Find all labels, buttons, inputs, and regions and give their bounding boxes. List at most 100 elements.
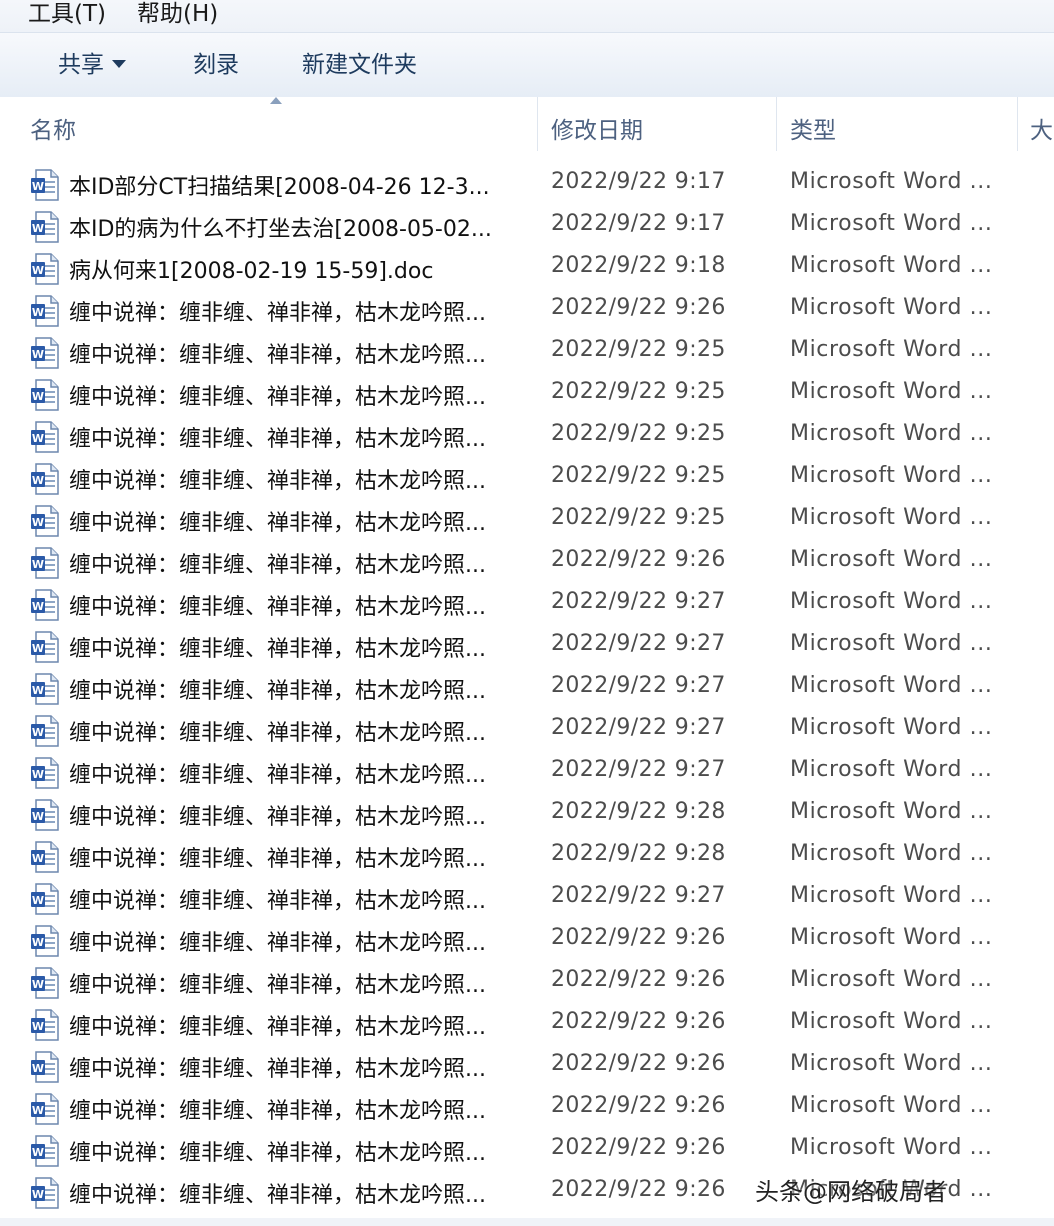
file-row[interactable]: W 本ID的病为什么不打坐去治[2008-05-02... 2022/9/22 9:…: [0, 206, 1054, 248]
file-row[interactable]: W 缠中说禅：缠非缠、禅非禅，枯木龙吟照... 2022/9/22 9:25 Micr…: [0, 458, 1054, 500]
file-name: 缠中说禅：缠非缠、禅非禅，枯木龙吟照...: [69, 889, 486, 914]
new-folder-button[interactable]: 新建文件夹: [302, 50, 417, 80]
file-row[interactable]: W 缠中说禅：缠非缠、禅非禅，枯木龙吟照... 2022/9/22 9:26 Micr…: [0, 1088, 1054, 1130]
file-name: 缠中说禅：缠非缠、禅非禅，枯木龙吟照...: [69, 1057, 486, 1082]
svg-text:W: W: [32, 894, 44, 907]
file-type: Microsoft Word ...: [790, 1051, 993, 1076]
file-row[interactable]: W 缠中说禅：缠非缠、禅非禅，枯木龙吟照... 2022/9/22 9:25 Micr…: [0, 374, 1054, 416]
file-modified-date: 2022/9/22 9:25: [551, 379, 726, 404]
svg-text:W: W: [32, 852, 44, 865]
chevron-down-icon: [112, 59, 126, 68]
file-row[interactable]: W 病从何来1[2008-02-19 15-59].doc 2022/9/22 9:…: [0, 248, 1054, 290]
file-modified-date: 2022/9/22 9:26: [551, 967, 726, 992]
word-document-icon: W: [30, 547, 60, 579]
file-name: 本ID的病为什么不打坐去治[2008-05-02...: [69, 217, 492, 242]
file-modified-date: 2022/9/22 9:26: [551, 925, 726, 950]
menu-bar: 工具(T) 帮助(H): [0, 0, 1054, 32]
bottom-edge: [0, 1218, 1054, 1226]
svg-text:W: W: [32, 348, 44, 361]
file-type: Microsoft Word ...: [790, 1135, 993, 1160]
svg-text:W: W: [32, 264, 44, 277]
word-document-icon: W: [30, 1093, 60, 1125]
word-document-icon: W: [30, 169, 60, 201]
svg-text:W: W: [32, 222, 44, 235]
file-row[interactable]: W 缠中说禅：缠非缠、禅非禅，枯木龙吟照... 2022/9/22 9:26 Micr…: [0, 1130, 1054, 1172]
file-type: Microsoft Word ...: [790, 547, 993, 572]
file-name: 缠中说禅：缠非缠、禅非禅，枯木龙吟照...: [69, 721, 486, 746]
file-modified-date: 2022/9/22 9:28: [551, 841, 726, 866]
svg-text:W: W: [32, 474, 44, 487]
file-name: 缠中说禅：缠非缠、禅非禅，枯木龙吟照...: [69, 385, 486, 410]
svg-text:W: W: [32, 432, 44, 445]
file-modified-date: 2022/9/22 9:26: [551, 295, 726, 320]
file-row[interactable]: W 缠中说禅：缠非缠、禅非禅，枯木龙吟照... 2022/9/22 9:28 Micr…: [0, 836, 1054, 878]
file-row[interactable]: W 缠中说禅：缠非缠、禅非禅，枯木龙吟照... 2022/9/22 9:26 Micr…: [0, 1004, 1054, 1046]
svg-text:W: W: [32, 390, 44, 403]
svg-text:W: W: [32, 684, 44, 697]
svg-text:W: W: [32, 810, 44, 823]
file-type: Microsoft Word ...: [790, 211, 993, 236]
file-name: 缠中说禅：缠非缠、禅非禅，枯木龙吟照...: [69, 469, 486, 494]
file-row[interactable]: W 缠中说禅：缠非缠、禅非禅，枯木龙吟照... 2022/9/22 9:26 Micr…: [0, 920, 1054, 962]
file-name: 缠中说禅：缠非缠、禅非禅，枯木龙吟照...: [69, 301, 486, 326]
file-modified-date: 2022/9/22 9:27: [551, 673, 726, 698]
file-name: 缠中说禅：缠非缠、禅非禅，枯木龙吟照...: [69, 427, 486, 452]
svg-text:W: W: [32, 1020, 44, 1033]
word-document-icon: W: [30, 715, 60, 747]
file-row[interactable]: W 缠中说禅：缠非缠、禅非禅，枯木龙吟照... 2022/9/22 9:27 Micr…: [0, 626, 1054, 668]
word-document-icon: W: [30, 673, 60, 705]
menu-tools[interactable]: 工具(T): [28, 0, 106, 28]
file-row[interactable]: W 缠中说禅：缠非缠、禅非禅，枯木龙吟照... 2022/9/22 9:25 Micr…: [0, 416, 1054, 458]
file-row[interactable]: W 缠中说禅：缠非缠、禅非禅，枯木龙吟照... 2022/9/22 9:25 Micr…: [0, 332, 1054, 374]
file-row[interactable]: W 缠中说禅：缠非缠、禅非禅，枯木龙吟照... 2022/9/22 9:27 Micr…: [0, 584, 1054, 626]
file-name: 病从何来1[2008-02-19 15-59].doc: [69, 259, 434, 284]
svg-text:W: W: [32, 600, 44, 613]
file-row[interactable]: W 缠中说禅：缠非缠、禅非禅，枯木龙吟照... 2022/9/22 9:26 Micr…: [0, 542, 1054, 584]
column-name[interactable]: 名称: [30, 111, 76, 145]
share-button[interactable]: 共享: [58, 50, 126, 80]
file-type: Microsoft Word ...: [790, 295, 993, 320]
file-modified-date: 2022/9/22 9:26: [551, 1093, 726, 1118]
column-modified[interactable]: 修改日期: [551, 111, 643, 145]
file-modified-date: 2022/9/22 9:28: [551, 799, 726, 824]
word-document-icon: W: [30, 421, 60, 453]
column-divider[interactable]: [1017, 97, 1018, 151]
column-size[interactable]: 大: [1030, 111, 1053, 145]
svg-text:W: W: [32, 1146, 44, 1159]
file-name: 缠中说禅：缠非缠、禅非禅，枯木龙吟照...: [69, 973, 486, 998]
file-modified-date: 2022/9/22 9:26: [551, 547, 726, 572]
file-row[interactable]: W 缠中说禅：缠非缠、禅非禅，枯木龙吟照... 2022/9/22 9:27 Micr…: [0, 752, 1054, 794]
column-type[interactable]: 类型: [790, 111, 836, 145]
file-type: Microsoft Word ...: [790, 1093, 993, 1118]
file-name: 本ID部分CT扫描结果[2008-04-26 12-3...: [69, 175, 490, 200]
word-document-icon: W: [30, 463, 60, 495]
file-row[interactable]: W 缠中说禅：缠非缠、禅非禅，枯木龙吟照... 2022/9/22 9:26 Micr…: [0, 1046, 1054, 1088]
column-divider[interactable]: [776, 97, 777, 151]
word-document-icon: W: [30, 379, 60, 411]
word-document-icon: W: [30, 505, 60, 537]
file-row[interactable]: W 缠中说禅：缠非缠、禅非禅，枯木龙吟照... 2022/9/22 9:27 Micr…: [0, 710, 1054, 752]
word-document-icon: W: [30, 337, 60, 369]
file-modified-date: 2022/9/22 9:27: [551, 631, 726, 656]
burn-button[interactable]: 刻录: [193, 50, 239, 80]
file-type: Microsoft Word ...: [790, 421, 993, 446]
file-row[interactable]: W 缠中说禅：缠非缠、禅非禅，枯木龙吟照... 2022/9/22 9:25 Micr…: [0, 500, 1054, 542]
file-row[interactable]: W 缠中说禅：缠非缠、禅非禅，枯木龙吟照... 2022/9/22 9:26 Micr…: [0, 290, 1054, 332]
svg-text:W: W: [32, 726, 44, 739]
file-row[interactable]: W 缠中说禅：缠非缠、禅非禅，枯木龙吟照... 2022/9/22 9:27 Micr…: [0, 878, 1054, 920]
file-row[interactable]: W 缠中说禅：缠非缠、禅非禅，枯木龙吟照... 2022/9/22 9:27 Micr…: [0, 668, 1054, 710]
word-document-icon: W: [30, 799, 60, 831]
svg-text:W: W: [32, 558, 44, 571]
file-row[interactable]: W 缠中说禅：缠非缠、禅非禅，枯木龙吟照... 2022/9/22 9:26 Micr…: [0, 962, 1054, 1004]
menu-help[interactable]: 帮助(H): [137, 0, 218, 28]
word-document-icon: W: [30, 253, 60, 285]
word-document-icon: W: [30, 967, 60, 999]
column-divider[interactable]: [537, 97, 538, 151]
file-row[interactable]: W 缠中说禅：缠非缠、禅非禅，枯木龙吟照... 2022/9/22 9:28 Micr…: [0, 794, 1054, 836]
file-modified-date: 2022/9/22 9:17: [551, 211, 726, 236]
svg-text:W: W: [32, 936, 44, 949]
file-row[interactable]: W 本ID部分CT扫描结果[2008-04-26 12-3... 2022/9/22…: [0, 164, 1054, 206]
file-name: 缠中说禅：缠非缠、禅非禅，枯木龙吟照...: [69, 511, 486, 536]
file-type: Microsoft Word ...: [790, 631, 993, 656]
file-modified-date: 2022/9/22 9:26: [551, 1051, 726, 1076]
